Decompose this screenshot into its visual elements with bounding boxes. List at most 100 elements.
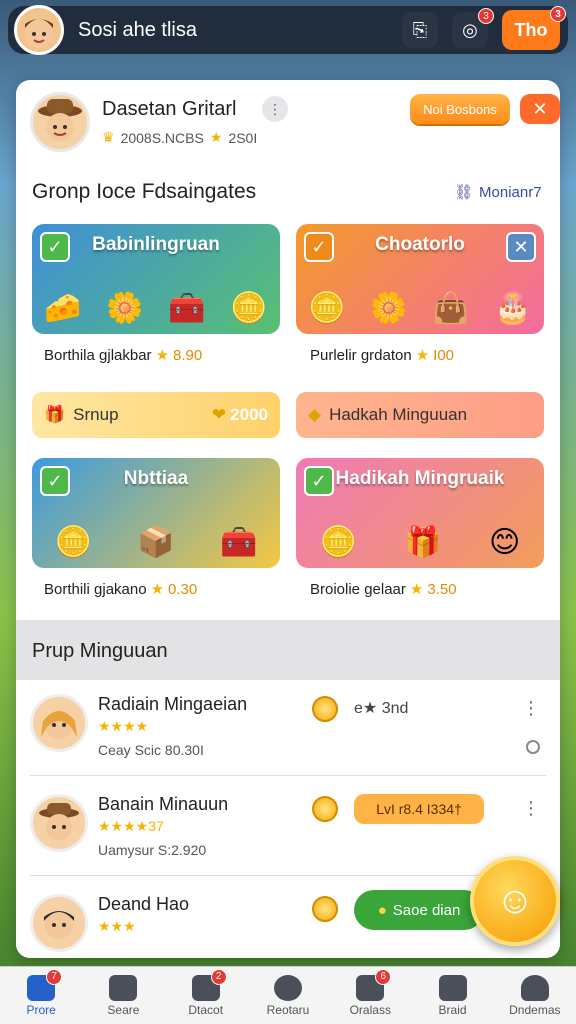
crown-icon: ♛ (102, 129, 115, 145)
smiley-icon: 😊 (489, 526, 521, 559)
ticket-icon: ◆ (308, 405, 322, 424)
chat-icon: ☺ (495, 879, 535, 922)
flower-icon: 🌼 (370, 292, 408, 325)
reward-tile[interactable]: ✓ Nbttiaa 🪙 📦 🧰 (32, 458, 280, 568)
reward-tile[interactable]: ✓ ✕ Choatorlo 🪙 🌼 👜 🎂 (296, 224, 544, 334)
bag-icon: 👜 (432, 292, 470, 325)
gold-icon: ❤ (211, 405, 227, 424)
tile-title: Babinlingruan (92, 234, 220, 255)
vertical-dots-icon: ⋮ (268, 100, 282, 117)
row-menu-button[interactable]: ⋮ (522, 698, 540, 719)
reward-tile[interactable]: ✓ Hadikah Mingruaik 🪙 🎁 😊 (296, 458, 544, 568)
cake-icon: 🎂 (494, 292, 532, 325)
tile-caption: Purlelir grdaton ★ I00 (310, 346, 455, 365)
tile-caption-text: Borthila gjlakbar (44, 346, 152, 364)
row-menu-button[interactable]: ⋮ (522, 798, 540, 819)
player-avatar[interactable] (14, 5, 64, 55)
flower-icon: 🌼 (106, 292, 144, 325)
nav-label: Braid (438, 1002, 467, 1017)
currency-pill[interactable]: Tho 3 (502, 6, 566, 50)
rewards-panel: Dasetan Gritarl ♛ 2008S.NCBS ★ 2S0I ⋮ No… (16, 80, 560, 958)
tile-caption: Borthili gjakano ★ 0.30 (44, 580, 198, 599)
weekly-bar-button[interactable]: ◆ Hadkah Minguuan (296, 392, 544, 438)
currency-badge: 3 (550, 6, 566, 22)
tile-points: 3.50 (427, 580, 457, 598)
tile-art: 🧀 🌼 🧰 🪙 (32, 291, 280, 326)
send-button-label: Saoe dian (392, 901, 461, 919)
section-link-label: Monianr7 (479, 183, 542, 201)
tile-points: I00 (433, 346, 455, 364)
nav-oralass[interactable]: Oralass 6 (335, 968, 405, 1017)
nav-reotaru[interactable]: Reotaru (253, 974, 323, 1017)
tile-art: 🪙 🌼 👜 🎂 (296, 291, 544, 326)
send-button[interactable]: ● Saoe dian (354, 890, 484, 930)
profile-id: 2008S.NCBS (120, 129, 204, 146)
list-item[interactable]: Banain Minauun ★★★★37 Uamysur S:2.920 Lv… (30, 780, 546, 876)
tile-caption-text: Purlelir grdaton (310, 346, 412, 364)
shop-icon (438, 974, 467, 1001)
nav-label: Dtacot (188, 1002, 224, 1017)
tile-points: 0.30 (168, 580, 198, 598)
share-button[interactable]: ⎘ (402, 12, 438, 48)
nav-home[interactable]: Prore 7 (6, 968, 76, 1017)
coin-icon (312, 696, 338, 722)
bonus-bar-button[interactable]: 🎁 Srnup ❤ 2000 (32, 392, 280, 438)
close-button[interactable]: ✕ (520, 94, 560, 124)
profile-score: 2S0I (228, 129, 258, 146)
more-options-button[interactable]: ⋮ (262, 96, 288, 122)
boy-avatar-icon (44, 911, 74, 939)
nav-search[interactable]: Seare (88, 974, 158, 1017)
chat-fab-button[interactable]: ☺ (470, 856, 560, 946)
chest-icon: 🧰 (168, 292, 206, 325)
tile-title: Hadikah Mingruaik (335, 468, 505, 489)
row-select-radio[interactable] (526, 740, 540, 754)
search-icon (109, 974, 138, 1001)
reward-tile[interactable]: ✓ Babinlingruan 🧀 🌼 🧰 🪙 (32, 224, 280, 334)
girl-avatar-icon (41, 711, 77, 739)
rating-stars: ★★★ (98, 918, 136, 934)
nav-profile[interactable]: Dndemas (500, 974, 570, 1017)
section-title: Gronp Ioce Fdsaingates (32, 180, 257, 203)
player-name: Banain Minauun (98, 794, 229, 814)
nav-label: Reotaru (266, 1002, 310, 1017)
bar-label: Srnup (73, 405, 119, 424)
coin-stack-icon: 🪙 (319, 526, 358, 559)
tile-art: 🪙 🎁 😊 (296, 525, 544, 560)
profile-header: Dasetan Gritarl ♛ 2008S.NCBS ★ 2S0I ⋮ No… (30, 92, 560, 162)
rating-stars: ★★★★ (98, 718, 149, 734)
star-icon: ★ (155, 347, 170, 364)
camera-badge: 3 (478, 8, 494, 24)
nav-label: Prore (26, 1002, 56, 1017)
tile-points: 8.90 (173, 346, 203, 364)
profile-avatar[interactable] (30, 92, 90, 152)
close-icon: ✕ (532, 98, 548, 119)
coin-stack-icon: 🪙 (308, 292, 346, 325)
nav-detect[interactable]: Dtacot 2 (171, 968, 241, 1017)
avatar-face-icon (25, 19, 53, 48)
tile-art: 🪙 📦 🧰 (32, 525, 280, 560)
list-item[interactable]: Deand Hao ★★★ ● Saoe dian (30, 880, 546, 958)
gift-icon: 🎁 (44, 405, 66, 424)
section-link[interactable]: ⛓ Monianr7 (454, 183, 542, 202)
nav-braid[interactable]: Braid (418, 974, 488, 1017)
redeem-button[interactable]: Noi Bosbons (410, 94, 510, 124)
player-avatar (30, 894, 88, 952)
chest-icon: 🎁 (404, 526, 442, 559)
star-icon: ★ (409, 581, 424, 598)
nav-label: Oralass (349, 1002, 391, 1017)
nav-badge: 7 (46, 968, 63, 985)
amount-badge[interactable]: LvI r8.4 I334† (354, 794, 484, 824)
list-item[interactable]: Radiain Mingaeian ★★★★ Ceay Scic 80.30I … (30, 680, 546, 776)
tile-title: Nbttiaa (123, 468, 189, 489)
bar-value: 2000 (230, 405, 268, 424)
nav-badge: 2 (210, 968, 227, 985)
camera-button[interactable]: ◎ 3 (452, 8, 494, 48)
tile-caption-text: Borthili gjakano (44, 580, 147, 598)
player-subtitle: Ceay Scic 80.30I (98, 742, 204, 758)
profile-meta: ♛ 2008S.NCBS ★ 2S0I (102, 129, 257, 146)
app-title: Sosi ahe tlisa (78, 18, 197, 41)
profile-name: Dasetan Gritarl (102, 98, 237, 120)
refresh-icon (273, 974, 302, 1001)
tile-caption: Broiolie gelaar ★ 3.50 (310, 580, 457, 599)
share-icon: ⎘ (412, 19, 428, 40)
